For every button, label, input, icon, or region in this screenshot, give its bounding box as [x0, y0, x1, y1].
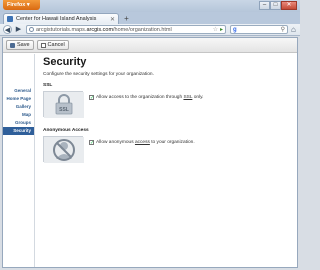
search-input[interactable]: g ⚲ — [230, 25, 288, 34]
firefox-menu-label: Firefox — [7, 2, 26, 8]
anonymous-access-checkbox[interactable]: ✓ — [89, 140, 94, 146]
window-controls: – □ ✕ — [259, 1, 297, 10]
navigation-bar: ◀ ▶ arcgistutorials.maps.arcgis.com/home… — [0, 24, 300, 36]
ssl-lock-illustration: SSL — [43, 91, 84, 118]
forward-arrow-icon[interactable]: ▶ — [14, 25, 23, 34]
save-label: Save — [17, 42, 30, 48]
save-button[interactable]: Save — [6, 40, 34, 50]
ssl-option: ✓ Allow access to the organization throu… — [89, 95, 203, 101]
url-domain: arcgis.com — [86, 26, 114, 33]
browser-tab[interactable]: Center for Hawaii Island Analysis ✕ — [3, 13, 119, 24]
anonymous-access-option: ✓ Allow anonymous access to your organiz… — [89, 140, 195, 146]
anonymous-access-link[interactable]: access — [135, 140, 150, 145]
save-icon — [10, 42, 15, 48]
sidebar-item-groups[interactable]: Groups — [3, 119, 34, 127]
ssl-section: SSL ✓ Allow access to the organization t… — [43, 91, 293, 118]
lock-icon: SSL — [44, 92, 84, 118]
ssl-lock-caption: SSL — [59, 107, 69, 113]
sidebar-item-gallery[interactable]: Gallery — [3, 103, 34, 111]
go-arrow-icon[interactable]: ▸ — [220, 26, 223, 33]
sidebar-item-general[interactable]: General — [3, 87, 34, 95]
cancel-icon — [40, 42, 46, 48]
no-user-icon — [44, 137, 84, 163]
minimize-button[interactable]: – — [259, 1, 270, 10]
anonymous-option-text-2: to your organization. — [149, 140, 195, 145]
url-path: /home/organization.html — [113, 26, 172, 33]
window-titlebar: Firefox ▾ – □ ✕ — [0, 0, 300, 12]
ssl-only-checkbox[interactable]: ✓ — [89, 95, 94, 101]
cancel-label: Cancel — [47, 42, 65, 48]
home-icon[interactable]: ⌂ — [291, 25, 296, 34]
settings-sidebar: General Home Page Gallery Map Groups Sec… — [3, 54, 35, 267]
ssl-option-label: Allow access to the organization through… — [96, 95, 203, 100]
tab-title: Center for Hawaii Island Analysis — [16, 16, 97, 22]
anonymous-access-heading: Anonymous Access — [43, 128, 89, 133]
cancel-button[interactable]: Cancel — [36, 40, 69, 50]
new-tab-button[interactable]: + — [122, 15, 131, 23]
url-prefix: arcgistutorials.maps. — [36, 26, 87, 33]
page-description: Configure the security settings for your… — [43, 72, 154, 77]
address-bar[interactable]: arcgistutorials.maps.arcgis.com/home/org… — [26, 25, 226, 34]
firefox-menu-button[interactable]: Firefox ▾ — [3, 0, 40, 10]
edit-toolbar: Save Cancel — [3, 38, 297, 53]
anonymous-option-text-1: Allow anonymous — [96, 140, 135, 145]
sidebar-item-map[interactable]: Map — [3, 111, 34, 119]
anonymous-access-section: ✓ Allow anonymous access to your organiz… — [43, 136, 293, 163]
page-title: Security — [43, 56, 87, 68]
ssl-heading: SSL — [43, 83, 53, 88]
anonymous-access-illustration — [43, 136, 84, 163]
close-window-button[interactable]: ✕ — [281, 1, 297, 10]
back-arrow-icon[interactable]: ◀ — [3, 25, 12, 34]
bookmark-star-icon[interactable]: ☆ — [213, 26, 218, 33]
anonymous-option-label: Allow anonymous access to your organizat… — [96, 140, 195, 145]
tab-bar: Center for Hawaii Island Analysis ✕ + — [0, 12, 300, 24]
tab-close-icon[interactable]: ✕ — [110, 16, 115, 23]
globe-icon — [29, 27, 34, 32]
maximize-button[interactable]: □ — [270, 1, 281, 10]
url-text: arcgistutorials.maps.arcgis.com/home/org… — [36, 27, 213, 33]
ssl-option-text-1: Allow access to the organization through — [96, 95, 184, 100]
sidebar-item-home-page[interactable]: Home Page — [3, 95, 34, 103]
main-panel: Security Configure the security settings… — [43, 56, 293, 173]
ssl-option-text-2: only. — [192, 95, 204, 100]
page-viewport: Save Cancel General Home Page Gallery Ma… — [2, 37, 298, 268]
search-icon[interactable]: ⚲ — [281, 26, 285, 33]
google-icon: g — [233, 26, 237, 33]
sidebar-item-security[interactable]: Security — [3, 127, 34, 135]
favicon-icon — [7, 16, 13, 22]
